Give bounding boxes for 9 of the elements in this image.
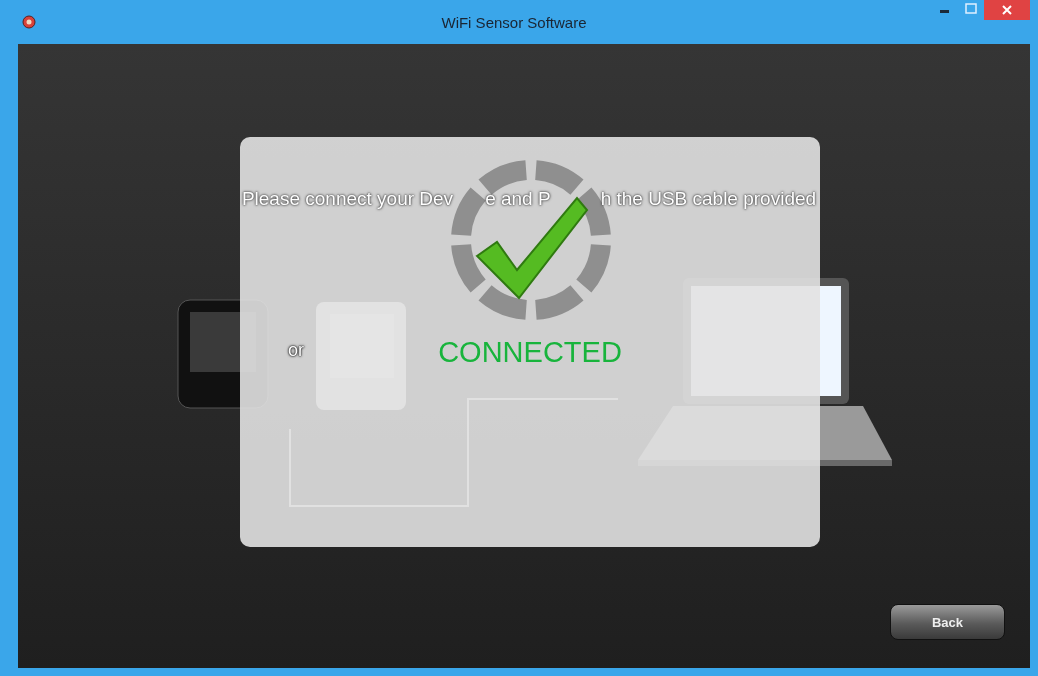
window-title: WiFi Sensor Software: [440, 13, 588, 31]
instruction-text: e and P: [485, 188, 551, 210]
or-label: or: [288, 340, 304, 361]
back-button[interactable]: Back: [890, 604, 1005, 640]
status-label: CONNECTED: [438, 336, 622, 369]
app-icon: [22, 15, 36, 29]
close-icon[interactable]: [984, 0, 1030, 20]
instruction-text: h the USB cable provided: [600, 188, 817, 210]
instruction-text: Please connect your Dev: [241, 188, 454, 210]
